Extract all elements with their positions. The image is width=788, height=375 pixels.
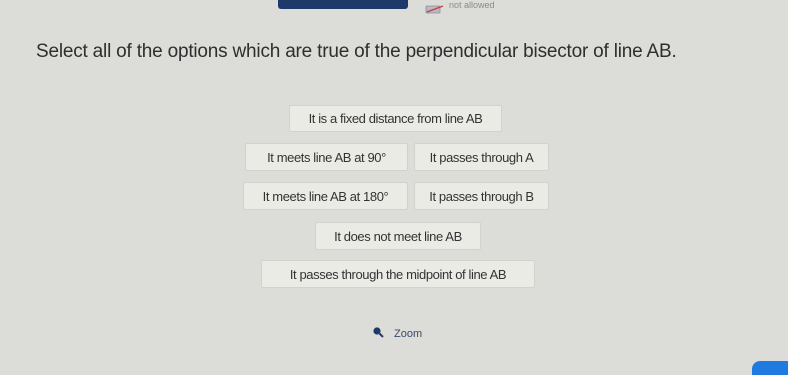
option-passes-through-midpoint[interactable]: It passes through the midpoint of line A… [261,260,535,288]
option-meets-at-90[interactable]: It meets line AB at 90° [245,143,408,171]
option-fixed-distance[interactable]: It is a fixed distance from line AB [289,105,502,132]
zoom-label: Zoom [394,328,423,340]
next-button[interactable] [752,361,788,375]
search-icon [372,325,384,343]
option-does-not-meet[interactable]: It does not meet line AB [315,222,481,250]
zoom-button[interactable]: Zoom [372,325,422,343]
calculator-note-label: not allowed [449,0,495,10]
option-passes-through-a[interactable]: It passes through A [414,143,549,171]
option-passes-through-b[interactable]: It passes through B [414,182,549,210]
calculator-note: not allowed [425,0,495,13]
option-meets-at-180[interactable]: It meets line AB at 180° [243,182,408,210]
question-text: Select all of the options which are true… [36,41,677,62]
header-bar[interactable] [278,0,408,9]
calculator-not-allowed-icon [425,1,445,13]
